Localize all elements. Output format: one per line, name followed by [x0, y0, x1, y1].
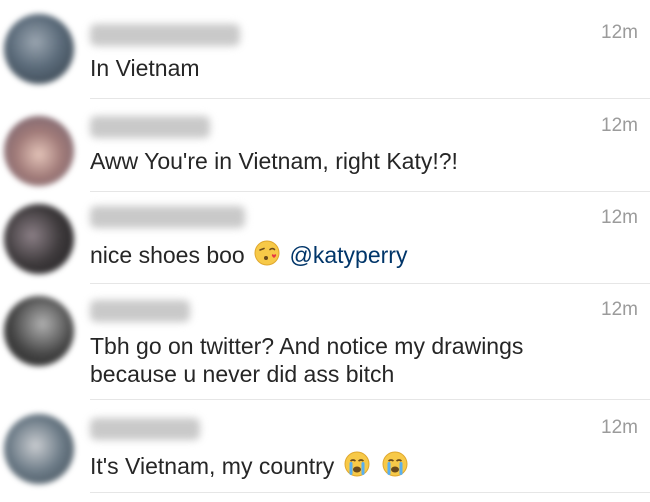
comment-item: 12m Aww You're in Vietnam, right Katy!?!	[0, 100, 650, 192]
avatar[interactable]	[4, 296, 74, 366]
comment-text-body: It's Vietnam, my country	[90, 453, 335, 479]
loudly-crying-emoji	[343, 450, 371, 484]
timestamp: 12m	[601, 115, 638, 136]
comment-text: nice shoes boo @katyperry	[90, 239, 620, 273]
comment-text-body: nice shoes boo	[90, 242, 245, 268]
loudly-crying-emoji	[381, 450, 409, 484]
timestamp: 12m	[601, 22, 638, 43]
mention-link[interactable]: @katyperry	[290, 242, 408, 268]
timestamp: 12m	[601, 207, 638, 228]
avatar[interactable]	[4, 14, 74, 84]
avatar[interactable]	[4, 414, 74, 484]
divider	[90, 492, 650, 493]
avatar[interactable]	[4, 116, 74, 186]
timestamp: 12m	[601, 299, 638, 320]
comment-text: Aww You're in Vietnam, right Katy!?!	[90, 148, 458, 174]
comment-item: 12m In Vietnam	[0, 0, 650, 100]
comment-text: Tbh go on twitter? And notice my drawing…	[90, 332, 620, 388]
username[interactable]	[90, 418, 200, 440]
username[interactable]	[90, 116, 210, 138]
kissing-heart-emoji	[253, 239, 281, 273]
username[interactable]	[90, 300, 190, 322]
timestamp: 12m	[601, 417, 638, 438]
username[interactable]	[90, 24, 240, 46]
comment-text: It's Vietnam, my country	[90, 450, 620, 484]
comment-item: 12m It's Vietnam, my country	[0, 400, 650, 502]
comment-item: 12m nice shoes boo @katyperry	[0, 192, 650, 284]
comment-item: 12m Tbh go on twitter? And notice my dra…	[0, 284, 650, 400]
divider	[90, 98, 650, 99]
comment-text-line: because u never did ass bitch	[90, 361, 395, 387]
username[interactable]	[90, 206, 245, 228]
comment-text: In Vietnam	[90, 55, 200, 81]
comment-text-line: Tbh go on twitter? And notice my drawing…	[90, 333, 524, 359]
avatar[interactable]	[4, 204, 74, 274]
